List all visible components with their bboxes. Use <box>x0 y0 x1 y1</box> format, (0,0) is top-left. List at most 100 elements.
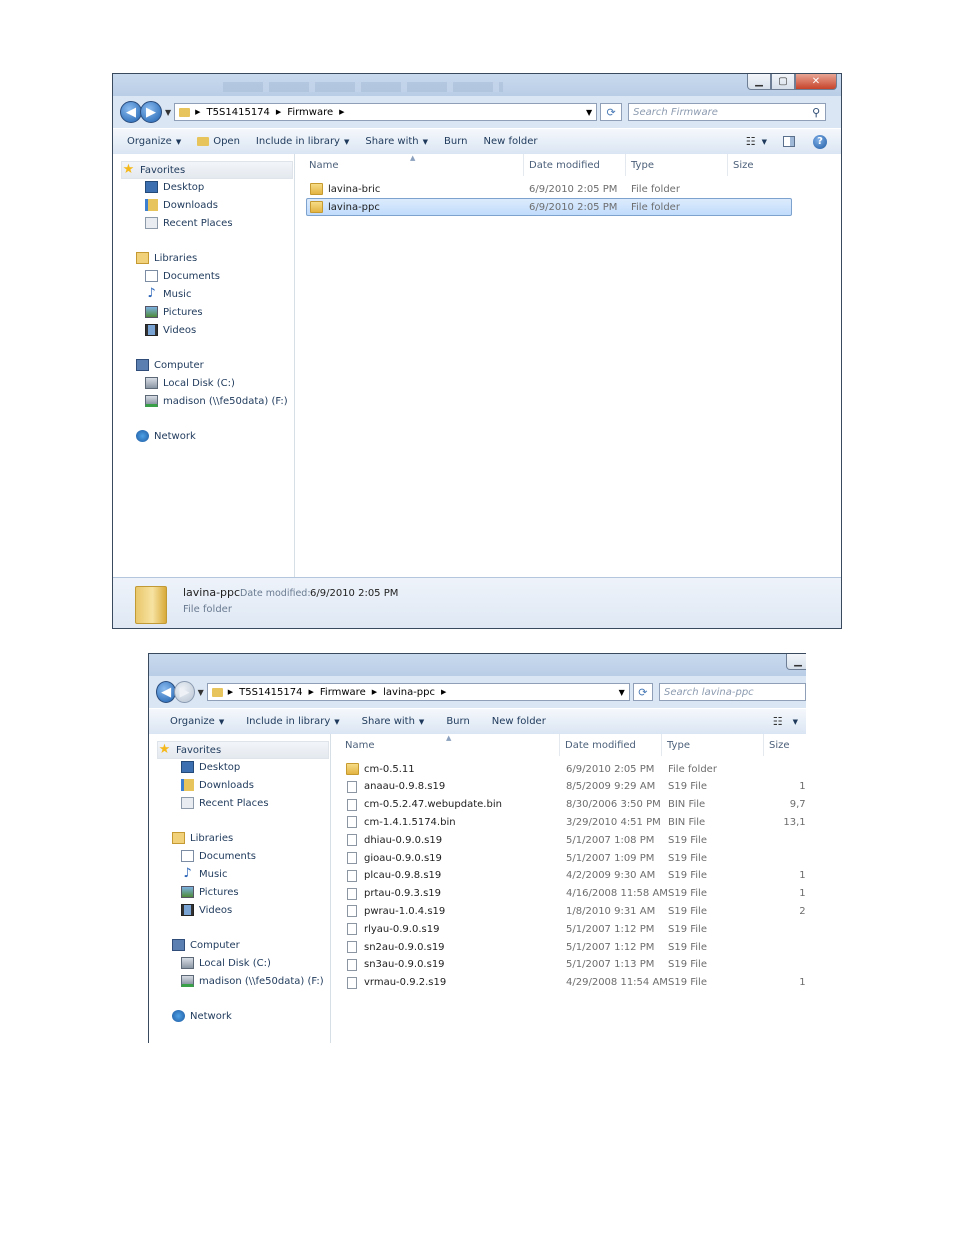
nav-music[interactable]: ♪ Music <box>145 287 191 300</box>
nav-computer[interactable]: Computer <box>136 359 204 371</box>
burn-button[interactable]: Burn <box>444 136 467 147</box>
help-icon[interactable]: ? <box>813 134 827 149</box>
column-divider[interactable] <box>661 734 662 756</box>
breadcrumb-t5s1415174[interactable]: T5S1415174 <box>239 687 302 698</box>
breadcrumb-t5s1415174[interactable]: T5S1415174 <box>207 107 270 118</box>
refresh-button[interactable]: ⟳ <box>600 103 623 121</box>
list-item[interactable]: rlyau-0.9.0.s195/1/2007 1:12 PMS19 File9 <box>342 920 806 938</box>
title-bar[interactable]: ▁ ▢ ✕ <box>113 74 841 96</box>
nav-favorites[interactable]: ★ Favorites <box>157 741 329 759</box>
nav-computer[interactable]: Computer <box>172 939 240 951</box>
breadcrumb-separator-icon[interactable]: ▶ <box>372 688 377 696</box>
burn-button[interactable]: Burn <box>446 716 469 727</box>
nav-pictures[interactable]: Pictures <box>181 886 239 898</box>
list-item[interactable]: vrmau-0.9.2.s19 4/29/2008 11:54 AM S19 Fil… <box>342 974 806 992</box>
breadcrumb-separator-icon[interactable]: ▶ <box>441 688 446 696</box>
breadcrumb-firmware[interactable]: Firmware <box>287 107 333 118</box>
column-divider[interactable] <box>763 734 764 756</box>
list-item[interactable]: cm-0.5.11 6/9/2010 2:05 PM File folder <box>342 760 806 778</box>
nav-libraries[interactable]: Libraries <box>172 832 233 844</box>
search-icon[interactable]: ⚲ <box>812 106 820 119</box>
list-item[interactable]: cm-0.5.2.47.webupdate.bin 8/30/2006 3:50 … <box>342 796 806 814</box>
nav-pictures[interactable]: Pictures <box>145 306 203 318</box>
breadcrumb-separator-icon[interactable]: ▶ <box>309 688 314 696</box>
nav-network[interactable]: Network <box>172 1010 232 1022</box>
change-view-icon[interactable]: ☷ <box>773 715 783 728</box>
nav-music[interactable]: ♪ Music <box>181 867 227 880</box>
include-in-library-menu[interactable]: Include in library ▼ <box>246 716 339 727</box>
minimize-button[interactable]: ▁ <box>786 654 806 670</box>
title-bar[interactable]: ▁ <box>149 654 806 676</box>
nav-documents[interactable]: Documents <box>181 850 256 862</box>
nav-videos[interactable]: Videos <box>145 324 196 336</box>
column-header-size[interactable]: Size <box>769 740 790 751</box>
address-bar[interactable]: ▶ T5S1415174 ▶ Firmware ▶ lavina-ppc ▶ ▼ <box>206 683 630 701</box>
list-item-selected[interactable]: lavina-ppc 6/9/2010 2:05 PM File folder <box>306 198 792 216</box>
search-box[interactable]: Search lavina-ppc <box>659 683 806 701</box>
column-header-size[interactable]: Size <box>733 160 754 171</box>
address-dropdown-icon[interactable]: ▼ <box>619 688 625 697</box>
column-header-date-modified[interactable]: Date modified <box>565 740 636 751</box>
list-item[interactable]: anaau-0.9.8.s19 8/5/2009 9:29 AM S19 File 1… <box>342 778 806 796</box>
column-header-type[interactable]: Type <box>667 740 690 751</box>
nav-favorites[interactable]: ★ Favorites <box>121 161 293 179</box>
new-folder-button[interactable]: New folder <box>484 136 538 147</box>
column-divider[interactable] <box>523 154 524 176</box>
nav-desktop[interactable]: Desktop <box>145 181 204 193</box>
list-item[interactable]: sn2au-0.9.0.s195/1/2007 1:12 PMS19 File8 <box>342 938 806 956</box>
recent-pages-dropdown-icon[interactable]: ▼ <box>165 108 171 117</box>
nav-videos[interactable]: Videos <box>181 904 232 916</box>
column-header-name[interactable]: Name <box>309 160 339 171</box>
column-divider[interactable] <box>625 154 626 176</box>
new-folder-button[interactable]: New folder <box>492 716 546 727</box>
recent-pages-dropdown-icon[interactable]: ▼ <box>198 688 204 697</box>
forward-button[interactable]: ▶ <box>174 681 195 703</box>
breadcrumb-firmware[interactable]: Firmware <box>320 687 366 698</box>
search-box[interactable]: Search Firmware ⚲ <box>628 103 827 121</box>
list-item[interactable]: plcau-0.9.8.s19 4/2/2009 9:30 AM S19 File 1… <box>342 867 806 885</box>
back-button[interactable]: ◀ <box>120 101 142 123</box>
nav-network-drive[interactable]: madison (\\fe50data) (F:) <box>181 975 324 987</box>
organize-menu[interactable]: Organize ▼ <box>127 136 181 147</box>
nav-network-drive[interactable]: madison (\\fe50data) (F:) <box>145 395 288 407</box>
breadcrumb-separator-icon[interactable]: ▶ <box>195 108 200 116</box>
open-button[interactable]: Open <box>197 136 240 147</box>
share-with-menu[interactable]: Share with ▼ <box>365 136 428 147</box>
column-divider[interactable] <box>727 154 728 176</box>
breadcrumb-separator-icon[interactable]: ▶ <box>276 108 281 116</box>
column-header-date-modified[interactable]: Date modified <box>529 160 600 171</box>
address-bar[interactable]: ▶ T5S1415174 ▶ Firmware ▶ ▼ <box>174 103 598 121</box>
nav-downloads[interactable]: Downloads <box>145 199 218 211</box>
refresh-button[interactable]: ⟳ <box>632 683 654 701</box>
change-view-icon[interactable]: ☷ <box>746 135 756 148</box>
column-header-name[interactable]: Name <box>345 740 375 751</box>
nav-libraries[interactable]: Libraries <box>136 252 197 264</box>
list-item[interactable]: pwrau-1.0.4.s19 1/8/2010 9:31 AM S19 File 2… <box>342 902 806 920</box>
nav-documents[interactable]: Documents <box>145 270 220 282</box>
breadcrumb-lavina-ppc[interactable]: lavina-ppc <box>383 687 435 698</box>
include-in-library-menu[interactable]: Include in library ▼ <box>256 136 349 147</box>
preview-pane-icon[interactable] <box>783 136 795 147</box>
nav-recent-places[interactable]: Recent Places <box>145 217 233 229</box>
nav-downloads[interactable]: Downloads <box>181 779 254 791</box>
nav-recent-places[interactable]: Recent Places <box>181 797 269 809</box>
list-item[interactable]: dhiau-0.9.0.s195/1/2007 1:08 PMS19 File8 <box>342 831 806 849</box>
share-with-menu[interactable]: Share with ▼ <box>362 716 425 727</box>
breadcrumb-separator-icon[interactable]: ▶ <box>228 688 233 696</box>
list-item[interactable]: gioau-0.9.0.s195/1/2007 1:09 PMS19 File8 <box>342 849 806 867</box>
breadcrumb-separator-icon[interactable]: ▶ <box>339 108 344 116</box>
nav-local-disk[interactable]: Local Disk (C:) <box>145 377 235 389</box>
column-header-type[interactable]: Type <box>631 160 654 171</box>
list-item[interactable]: prtau-0.9.3.s19 4/16/2008 11:58 AM S19 Fil… <box>342 885 806 903</box>
close-button[interactable]: ✕ <box>795 74 837 90</box>
view-dropdown-icon[interactable]: ▼ <box>762 138 767 146</box>
view-dropdown-icon[interactable]: ▼ <box>793 718 798 726</box>
organize-menu[interactable]: Organize ▼ <box>170 716 224 727</box>
nav-network[interactable]: Network <box>136 430 196 442</box>
column-divider[interactable] <box>559 734 560 756</box>
list-item[interactable]: cm-1.4.1.5174.bin 3/29/2010 4:51 PM BIN Fi… <box>342 813 806 831</box>
list-item[interactable]: sn3au-0.9.0.s195/1/2007 1:13 PMS19 File8 <box>342 956 806 974</box>
maximize-button[interactable]: ▢ <box>771 74 795 90</box>
nav-desktop[interactable]: Desktop <box>181 761 240 773</box>
minimize-button[interactable]: ▁ <box>747 74 771 90</box>
